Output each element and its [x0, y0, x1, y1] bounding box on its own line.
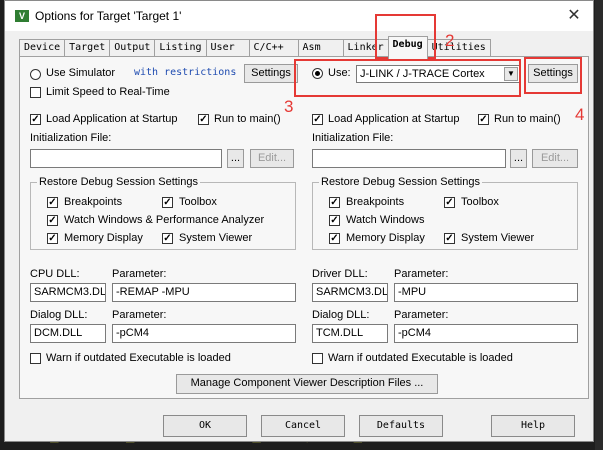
- debug-tab-panel: Use Simulator with restrictions Settings…: [19, 56, 589, 399]
- right-restore-group: Restore Debug Session Settings ✓ Breakpo…: [312, 176, 578, 250]
- left-browse-button[interactable]: ...: [227, 149, 244, 168]
- annotation-box-settings: [524, 57, 582, 94]
- keil-app-icon: V: [15, 10, 29, 22]
- right-dialog-parameter-input[interactable]: -pCM4: [394, 324, 578, 343]
- left-run-to-main-label: Run to main(): [214, 113, 281, 125]
- right-run-to-main-label: Run to main(): [494, 113, 561, 125]
- right-watch-windows-checkbox[interactable]: ✓: [329, 215, 340, 226]
- close-icon[interactable]: ✕: [563, 5, 585, 27]
- right-init-file-input[interactable]: [312, 149, 506, 168]
- annotation-number-3: 3: [284, 97, 294, 116]
- left-breakpoints-checkbox[interactable]: ✓: [47, 197, 58, 208]
- right-system-viewer-label: System Viewer: [461, 232, 535, 244]
- right-dialog-dll-input[interactable]: TCM.DLL: [312, 324, 388, 343]
- right-watch-windows-label: Watch Windows: [346, 214, 425, 226]
- defaults-button[interactable]: Defaults: [359, 415, 443, 437]
- annotation-number-2: 2: [445, 31, 455, 50]
- left-dialog-parameter-label: Parameter:: [112, 309, 167, 321]
- right-restore-group-title: Restore Debug Session Settings: [319, 176, 482, 188]
- right-warn-outdated-label: Warn if outdated Executable is loaded: [328, 352, 513, 364]
- right-run-to-main-checkbox[interactable]: ✓: [478, 114, 489, 125]
- right-dialog-parameter-label: Parameter:: [394, 309, 449, 321]
- tab-utilities[interactable]: Utilities: [426, 39, 491, 57]
- restrictions-link[interactable]: with restrictions: [134, 67, 236, 78]
- driver-dll-label: Driver DLL:: [312, 268, 368, 280]
- title-bar: V Options for Target 'Target 1' ✕: [5, 1, 593, 31]
- driver-parameter-input[interactable]: -MPU: [394, 283, 578, 302]
- left-load-app-checkbox[interactable]: ✓: [30, 114, 41, 125]
- tab-asm[interactable]: Asm: [297, 39, 344, 57]
- cancel-button[interactable]: Cancel: [261, 415, 345, 437]
- use-simulator-radio[interactable]: [30, 69, 41, 80]
- right-breakpoints-checkbox[interactable]: ✓: [329, 197, 340, 208]
- tab-debug[interactable]: Debug: [387, 36, 428, 59]
- use-simulator-label: Use Simulator: [46, 67, 116, 79]
- background-editor-strip: [595, 0, 603, 450]
- left-cpu-parameter-label: Parameter:: [112, 268, 167, 280]
- tab-strip: Device Target Output Listing User C/C++ …: [19, 36, 491, 59]
- tab-output[interactable]: Output: [109, 39, 156, 57]
- right-breakpoints-label: Breakpoints: [346, 196, 405, 208]
- left-toolbox-checkbox[interactable]: ✓: [162, 197, 173, 208]
- left-breakpoints-label: Breakpoints: [64, 196, 123, 208]
- left-system-viewer-checkbox[interactable]: ✓: [162, 233, 173, 244]
- left-restore-group: Restore Debug Session Settings ✓ Breakpo…: [30, 176, 296, 250]
- left-system-viewer-label: System Viewer: [179, 232, 253, 244]
- right-init-file-label: Initialization File:: [312, 132, 394, 144]
- left-dialog-parameter-input[interactable]: -pCM4: [112, 324, 296, 343]
- manage-component-viewer-button[interactable]: Manage Component Viewer Description File…: [176, 374, 438, 394]
- left-watch-windows-label: Watch Windows & Performance Analyzer: [64, 214, 265, 226]
- left-load-app-label: Load Application at Startup: [46, 113, 178, 125]
- left-memory-display-label: Memory Display: [64, 232, 143, 244]
- tab-target[interactable]: Target: [64, 39, 111, 57]
- simulator-settings-button[interactable]: Settings: [244, 64, 298, 83]
- tab-device[interactable]: Device: [19, 39, 66, 57]
- left-memory-display-checkbox[interactable]: ✓: [47, 233, 58, 244]
- cpu-parameter-input[interactable]: -REMAP -MPU: [112, 283, 296, 302]
- annotation-number-4: 4: [575, 105, 585, 124]
- left-dialog-dll-input[interactable]: DCM.DLL: [30, 324, 106, 343]
- right-load-app-label: Load Application at Startup: [328, 113, 460, 125]
- right-toolbox-checkbox[interactable]: ✓: [444, 197, 455, 208]
- left-warn-outdated-label: Warn if outdated Executable is loaded: [46, 352, 231, 364]
- left-init-file-label: Initialization File:: [30, 132, 112, 144]
- left-run-to-main-checkbox[interactable]: ✓: [198, 114, 209, 125]
- cpu-dll-input[interactable]: SARMCM3.DLL: [30, 283, 106, 302]
- right-memory-display-checkbox[interactable]: ✓: [329, 233, 340, 244]
- ok-button[interactable]: OK: [163, 415, 247, 437]
- right-dialog-dll-label: Dialog DLL:: [312, 309, 370, 321]
- left-warn-outdated-checkbox[interactable]: [30, 353, 41, 364]
- right-browse-button[interactable]: ...: [510, 149, 527, 168]
- right-load-app-checkbox[interactable]: ✓: [312, 114, 323, 125]
- left-restore-group-title: Restore Debug Session Settings: [37, 176, 200, 188]
- limit-speed-label: Limit Speed to Real-Time: [46, 86, 170, 98]
- right-driver-parameter-label: Parameter:: [394, 268, 449, 280]
- tab-c-cpp[interactable]: C/C++: [248, 39, 299, 57]
- window-title: Options for Target 'Target 1': [35, 9, 182, 23]
- left-init-file-input[interactable]: [30, 149, 222, 168]
- cpu-dll-label: CPU DLL:: [30, 268, 80, 280]
- tab-listing[interactable]: Listing: [154, 39, 207, 57]
- right-memory-display-label: Memory Display: [346, 232, 425, 244]
- right-warn-outdated-checkbox[interactable]: [312, 353, 323, 364]
- left-edit-button[interactable]: Edit...: [250, 149, 294, 168]
- right-toolbox-label: Toolbox: [461, 196, 499, 208]
- left-watch-windows-checkbox[interactable]: ✓: [47, 215, 58, 226]
- left-toolbox-label: Toolbox: [179, 196, 217, 208]
- left-dialog-dll-label: Dialog DLL:: [30, 309, 88, 321]
- driver-dll-input[interactable]: SARMCM3.DLL: [312, 283, 388, 302]
- right-system-viewer-checkbox[interactable]: ✓: [444, 233, 455, 244]
- options-dialog: V Options for Target 'Target 1' ✕ Device…: [4, 0, 594, 442]
- limit-speed-checkbox[interactable]: [30, 87, 41, 98]
- tab-user[interactable]: User: [205, 39, 250, 57]
- annotation-box-driver-select: [294, 59, 521, 97]
- help-button[interactable]: Help: [491, 415, 575, 437]
- right-edit-button[interactable]: Edit...: [532, 149, 578, 168]
